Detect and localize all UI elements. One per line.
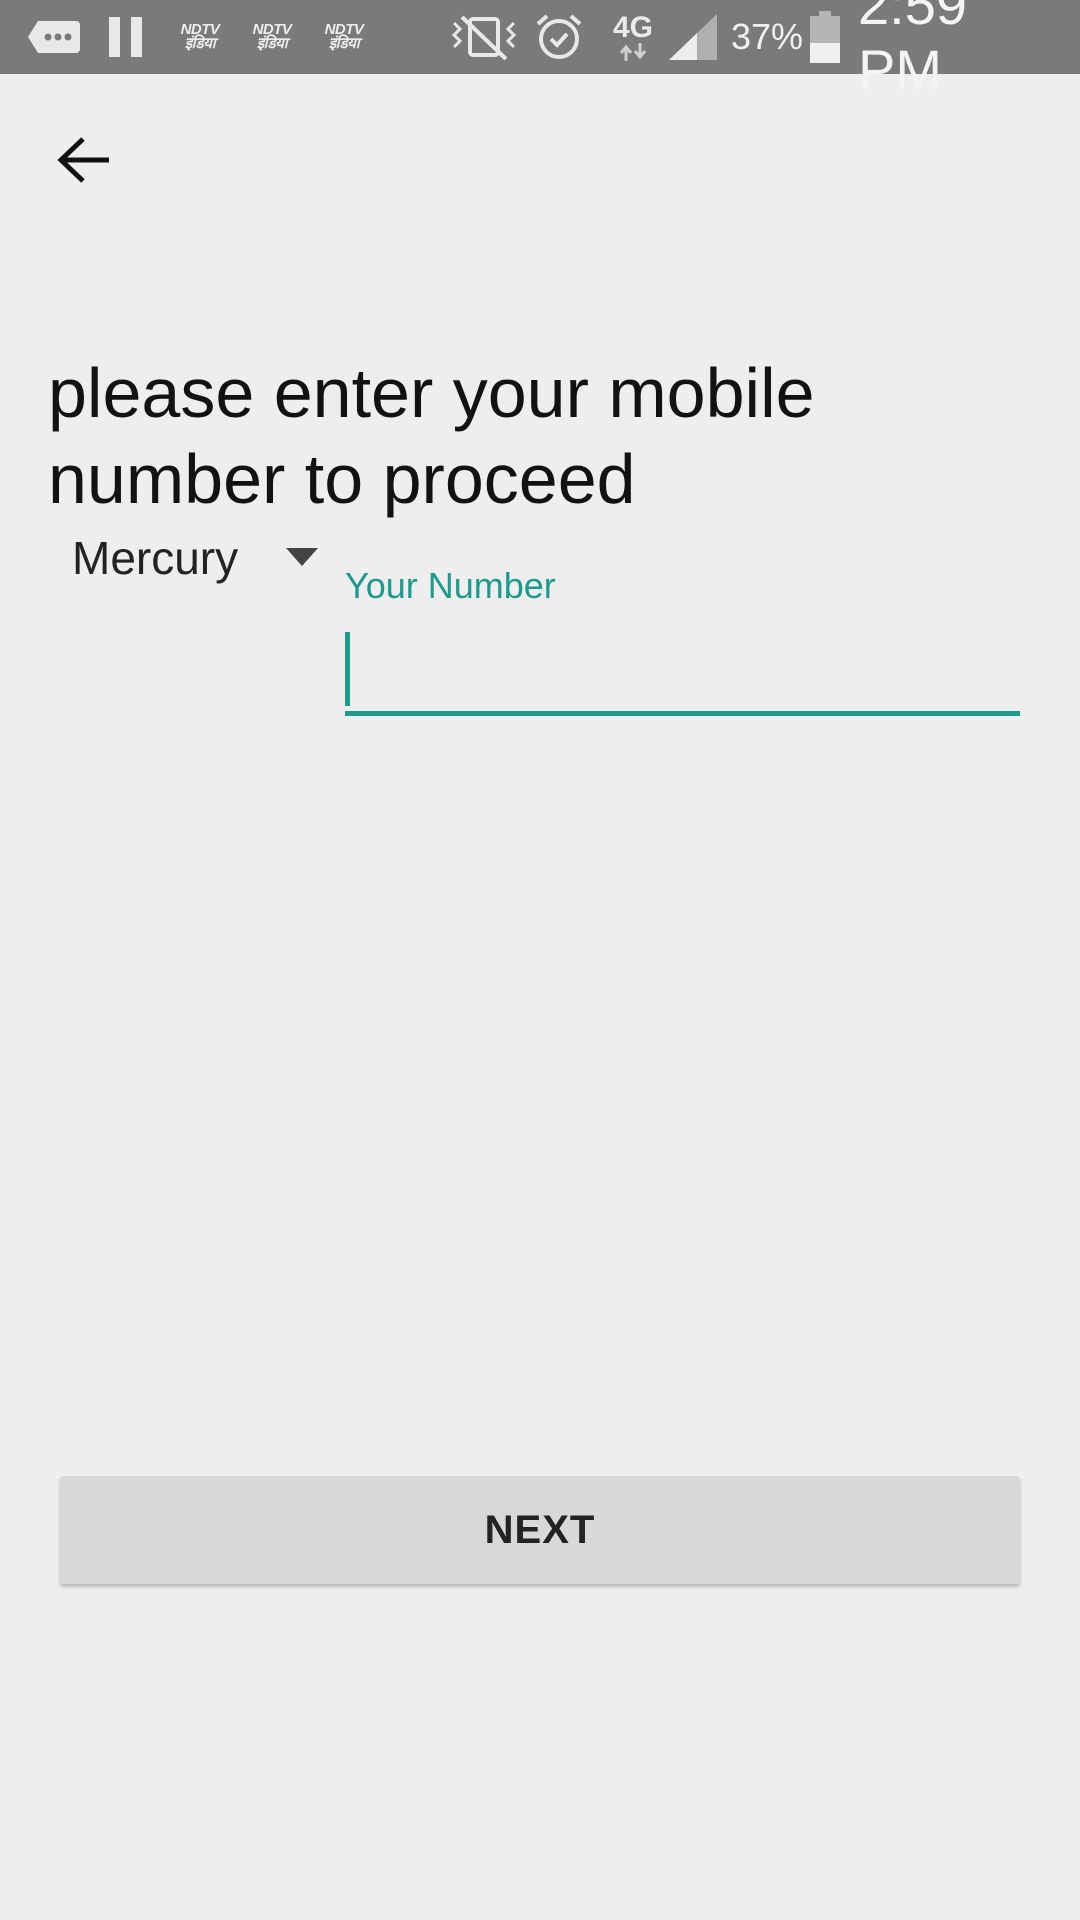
caret-down-icon	[286, 548, 318, 566]
page-title: please enter your mobile number to proce…	[48, 354, 815, 518]
status-bar: NDTV इंडिया NDTV इंडिया NDTV इंडिया 4G 3…	[0, 0, 1080, 101]
country-spinner[interactable]: Mercury	[72, 520, 328, 596]
network-type-label: 4G	[612, 11, 654, 44]
text-cursor	[345, 632, 350, 706]
phone-number-input[interactable]	[345, 620, 1020, 716]
next-button[interactable]: NEXT	[60, 1476, 1020, 1584]
back-button[interactable]	[44, 120, 124, 200]
alarm-icon	[532, 0, 586, 74]
number-field-label: Your Number	[345, 565, 556, 606]
battery-icon	[808, 0, 842, 74]
arrow-left-icon	[57, 137, 109, 183]
ndtv-app-icon: NDTV इंडिया	[324, 21, 364, 52]
more-notifications-icon	[28, 0, 82, 74]
clock: 2:59 PM	[858, 0, 967, 101]
battery-percent: 37%	[730, 16, 804, 57]
ndtv-app-icon: NDTV इंडिया	[252, 21, 292, 52]
phone-login-screen: NDTV इंडिया NDTV इंडिया NDTV इंडिया 4G 3…	[0, 0, 1080, 1920]
data-arrows-icon: 4G	[608, 0, 658, 74]
country-spinner-value: Mercury	[72, 532, 239, 584]
vibrate-mute-icon	[448, 0, 520, 74]
pause-icon	[106, 0, 146, 74]
ndtv-app-icon: NDTV इंडिया	[180, 21, 220, 52]
signal-icon	[666, 0, 720, 74]
